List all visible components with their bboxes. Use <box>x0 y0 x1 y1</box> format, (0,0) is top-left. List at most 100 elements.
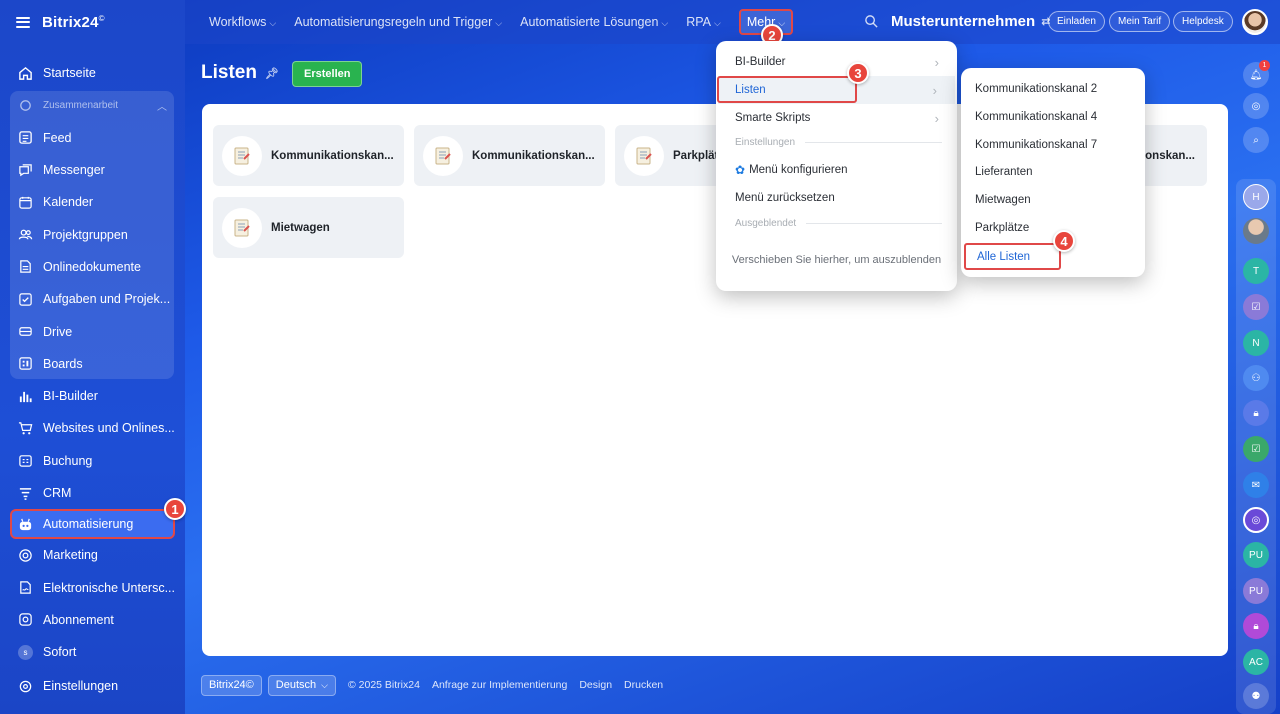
lock-chat-icon[interactable]: 🔒︎ <box>1243 400 1269 426</box>
chevron-down-icon: ⌵ <box>661 18 669 28</box>
sidebar-item-signatur[interactable]: Elektronische Untersc... <box>0 571 185 603</box>
user-avatar[interactable] <box>1242 9 1268 35</box>
sidebar-item-buchung[interactable]: Buchung <box>0 445 185 477</box>
task-chat-icon[interactable]: ☑ <box>1243 294 1269 320</box>
sidebar-item-drive[interactable]: Drive <box>0 315 185 347</box>
sidebar-item-kalender[interactable]: Kalender <box>0 186 185 218</box>
top-nav-automated-solutions[interactable]: Automatisierte Lösungen ⌵ <box>520 15 668 29</box>
gear-icon <box>18 679 33 694</box>
lock-chat-icon[interactable]: 🔒︎ <box>1243 613 1269 639</box>
drive-icon <box>18 324 33 339</box>
sidebar-item-startseite[interactable]: Startseite <box>0 57 185 89</box>
booking-icon <box>18 453 33 468</box>
submenu-item[interactable]: Lieferanten <box>975 162 1033 182</box>
sidebar-item-onlinedokumente[interactable]: Onlinedokumente <box>0 251 185 283</box>
sidebar-item-crm[interactable]: CRM <box>0 477 185 509</box>
list-document-icon <box>423 135 463 176</box>
brand-logo[interactable]: Bitrix24© <box>42 14 105 31</box>
submenu-item[interactable]: Kommunikationskanal 7 <box>975 135 1097 155</box>
chat-avatar[interactable] <box>1243 218 1269 244</box>
submenu-item[interactable]: Parkplätze <box>975 218 1029 238</box>
top-bar: Workflows ⌵ Automatisierungsregeln und Tr… <box>185 0 1280 44</box>
menu-burger-icon[interactable] <box>16 16 30 28</box>
chat-avatar[interactable]: T <box>1243 258 1269 284</box>
create-button[interactable]: Erstellen <box>292 61 363 87</box>
sidebar-item-einstellungen[interactable]: Einstellungen <box>0 670 185 702</box>
submenu-item[interactable]: Kommunikationskanal 4 <box>975 107 1097 127</box>
sidebar-item-bi-builder[interactable]: BI-Builder <box>0 380 185 412</box>
sidebar-item-sofort[interactable]: s Sofort <box>0 636 185 668</box>
sidebar-nav: Startseite Zusammenarbeit ︿ Feed Messeng… <box>0 57 185 703</box>
settings-section-header: Einstellungen <box>735 137 942 148</box>
list-card[interactable]: Mietwagen <box>213 197 404 258</box>
my-plan-button[interactable]: Mein Tarif <box>1109 11 1171 32</box>
add-people-icon[interactable]: ⚉ <box>1243 683 1269 709</box>
search-chat-icon[interactable]: ⌕ <box>1243 127 1269 153</box>
drop-hint: Verschieben Sie hierher, um auszublenden <box>731 254 942 266</box>
funnel-icon <box>18 486 33 501</box>
copilot-chat-icon[interactable]: ◎ <box>1243 507 1269 533</box>
notification-badge: 1 <box>1259 60 1270 71</box>
menu-item-reset[interactable]: Menü zurücksetzen <box>716 184 957 212</box>
top-nav-rpa[interactable]: RPA ⌵ <box>686 15 721 29</box>
sidebar-item-boards[interactable]: Boards <box>0 348 185 380</box>
right-bar: 🔔︎ 1 ◎ ⌕ H T ☑ N ⚇ 🔒︎ ☑ ✉ ◎ PU PU 🔒︎ AC … <box>1234 44 1280 714</box>
copilot-icon[interactable]: ◎ <box>1243 93 1269 119</box>
sidebar-item-abonnement[interactable]: Abonnement <box>0 604 185 636</box>
chat-avatar[interactable]: PU <box>1243 578 1269 604</box>
sidebar-item-aufgaben[interactable]: Aufgaben und Projek... <box>0 283 185 315</box>
sidebar-item-messenger[interactable]: Messenger <box>0 154 185 186</box>
page-title: Listen 📌︎ <box>201 62 279 83</box>
task-chat-icon[interactable]: ☑ <box>1243 436 1269 462</box>
cart-icon <box>18 421 33 436</box>
top-nav-workflows[interactable]: Workflows ⌵ <box>209 15 276 29</box>
sidebar-group-collaboration[interactable]: Zusammenarbeit ︿ <box>0 89 185 121</box>
chart-icon <box>18 389 33 404</box>
menu-item-bi-builder[interactable]: BI-Builder › <box>716 48 957 76</box>
company-name[interactable]: Musterunternehmen ⇄ <box>891 13 1050 30</box>
helpdesk-button[interactable]: Helpdesk <box>1173 11 1233 32</box>
sidebar-item-websites[interactable]: Websites und Onlines... <box>0 412 185 444</box>
feed-icon <box>18 130 33 145</box>
submenu-item[interactable]: Mietwagen <box>975 190 1031 210</box>
chevron-up-icon: ︿ <box>157 101 167 113</box>
pin-icon[interactable]: 📌︎ <box>265 67 279 80</box>
subscription-icon <box>18 612 33 627</box>
chat-avatar[interactable]: AC <box>1243 649 1269 675</box>
all-lists-link[interactable]: Alle Listen <box>964 243 1061 270</box>
group-chat-icon[interactable]: ⚇ <box>1243 365 1269 391</box>
footer-link-implementation[interactable]: Anfrage zur Implementierung <box>432 679 567 691</box>
s-badge-icon: s <box>18 644 33 660</box>
list-document-icon <box>222 207 262 248</box>
footer-link-design[interactable]: Design <box>579 679 612 691</box>
step-marker-3: 3 <box>847 62 869 84</box>
menu-item-configure[interactable]: ✿ Menü konfigurieren <box>716 156 957 184</box>
invite-button[interactable]: Einladen <box>1048 11 1105 32</box>
sidebar-item-projektgruppen[interactable]: Projektgruppen <box>0 218 185 250</box>
marketing-icon <box>18 548 33 563</box>
list-card[interactable]: Kommunikationskan... <box>414 125 605 186</box>
top-nav-automation-rules[interactable]: Automatisierungsregeln und Trigger ⌵ <box>294 15 502 29</box>
menu-item-smarte-skripts[interactable]: Smarte Skripts › <box>716 104 957 132</box>
chat-avatar[interactable]: PU <box>1243 542 1269 568</box>
sidebar-item-automatisierung[interactable]: Automatisierung <box>10 509 175 540</box>
search-icon[interactable] <box>864 14 879 29</box>
more-dropdown: BI-Builder › › Listen Smarte Skripts › Ein… <box>716 41 957 291</box>
footer-copyright: © 2025 Bitrix24 <box>347 679 420 691</box>
language-select[interactable]: Deutsch ⌵ <box>267 674 336 696</box>
board-icon <box>18 356 33 371</box>
chevron-right-icon: › <box>934 54 939 70</box>
sidebar-item-marketing[interactable]: Marketing <box>0 539 185 571</box>
gear-icon: ✿ <box>735 163 746 177</box>
list-card[interactable]: Kommunikationskan... <box>213 125 404 186</box>
sidebar-item-feed[interactable]: Feed <box>0 122 185 154</box>
footer-link-print[interactable]: Drucken <box>624 679 663 691</box>
menu-item-listen[interactable]: Listen <box>717 76 857 103</box>
calendar-icon <box>18 195 33 210</box>
footer-brand[interactable]: Bitrix24© <box>201 674 262 696</box>
message-chat-icon[interactable]: ✉ <box>1243 472 1269 498</box>
chat-avatar[interactable]: H <box>1243 184 1269 210</box>
list-document-icon <box>222 135 262 176</box>
submenu-item[interactable]: Kommunikationskanal 2 <box>975 79 1097 99</box>
chat-avatar[interactable]: N <box>1243 330 1269 356</box>
